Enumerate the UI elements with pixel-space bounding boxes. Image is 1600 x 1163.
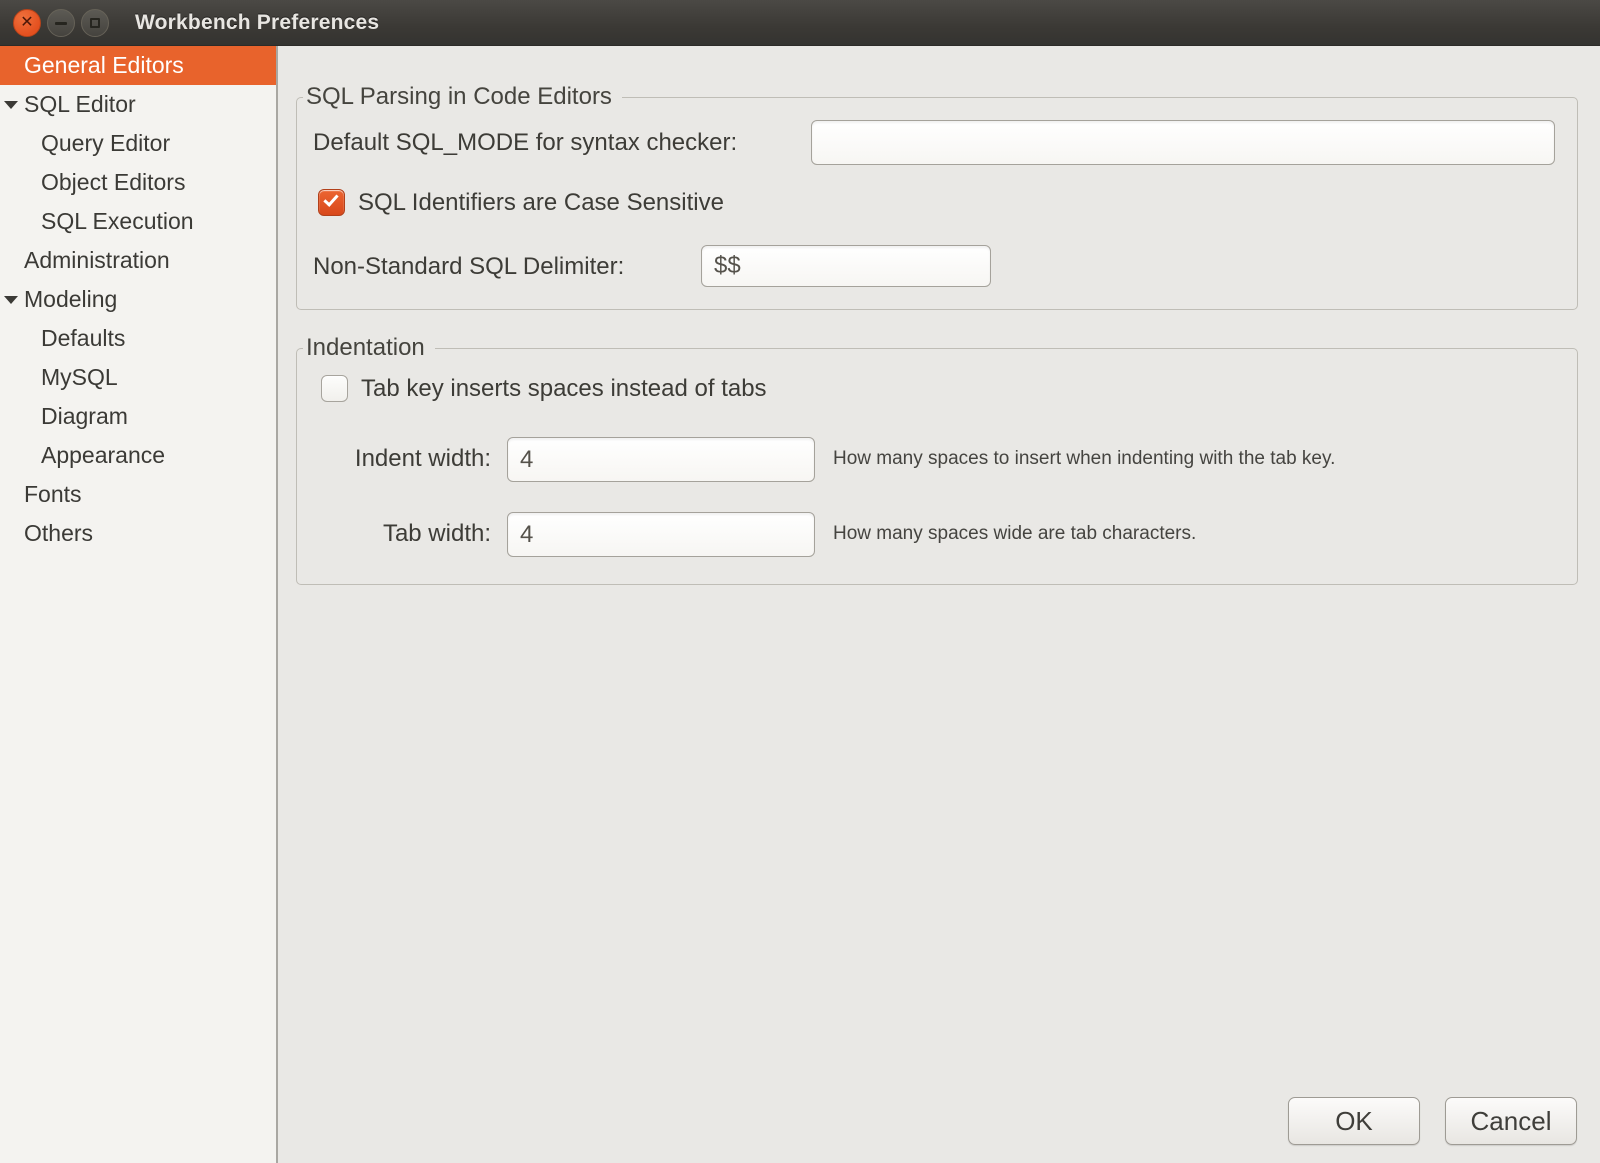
sidebar-item-label: Query Editor (41, 130, 170, 157)
sidebar-item-label: Defaults (41, 325, 125, 352)
sidebar-item-others[interactable]: Others (0, 514, 276, 553)
delimiter-label: Non-Standard SQL Delimiter: (313, 253, 624, 281)
delimiter-input[interactable] (701, 245, 991, 287)
indent-width-label: Indent width: (313, 445, 491, 473)
sidebar-item-label: General Editors (24, 52, 184, 79)
tab-width-label: Tab width: (313, 520, 491, 548)
sidebar-item-modeling[interactable]: Modeling (0, 280, 276, 319)
sidebar-item-administration[interactable]: Administration (0, 241, 276, 280)
sidebar-item-query-editor[interactable]: Query Editor (0, 124, 276, 163)
sidebar-item-label: Diagram (41, 403, 128, 430)
expander-triangle-icon[interactable] (4, 296, 18, 304)
sidebar-item-general-editors[interactable]: General Editors (0, 46, 276, 85)
sidebar-item-diagram[interactable]: Diagram (0, 397, 276, 436)
sidebar-item-mysql[interactable]: MySQL (0, 358, 276, 397)
sidebar-item-sql-execution[interactable]: SQL Execution (0, 202, 276, 241)
sidebar-item-object-editors[interactable]: Object Editors (0, 163, 276, 202)
minimize-button[interactable] (47, 9, 75, 37)
tab-width-help: How many spaces wide are tab characters. (833, 523, 1196, 545)
maximize-icon (90, 18, 100, 28)
sql-mode-label: Default SQL_MODE for syntax checker: (313, 129, 737, 157)
case-sensitive-checkbox[interactable] (318, 189, 345, 216)
indent-width-help: How many spaces to insert when indenting… (833, 448, 1335, 470)
ok-button[interactable]: OK (1288, 1097, 1420, 1145)
sidebar-item-label: Others (24, 520, 93, 547)
sidebar-item-label: SQL Execution (41, 208, 194, 235)
sidebar-item-label: SQL Editor (24, 91, 136, 118)
case-sensitive-label: SQL Identifiers are Case Sensitive (358, 189, 724, 217)
preferences-content: SQL Parsing in Code Editors Default SQL_… (278, 46, 1600, 1163)
sidebar-item-label: Modeling (24, 286, 117, 313)
tab-spaces-label: Tab key inserts spaces instead of tabs (361, 375, 767, 403)
tab-width-input[interactable] (507, 512, 815, 557)
sidebar-item-label: Object Editors (41, 169, 185, 196)
sidebar-item-label: Fonts (24, 481, 82, 508)
minimize-icon (55, 22, 67, 25)
sidebar-item-label: MySQL (41, 364, 118, 391)
expander-triangle-icon[interactable] (4, 101, 18, 109)
sidebar-item-appearance[interactable]: Appearance (0, 436, 276, 475)
sidebar-item-sql-editor[interactable]: SQL Editor (0, 85, 276, 124)
sidebar-item-label: Administration (24, 247, 170, 274)
preferences-window: ✕ Workbench Preferences General Editors … (0, 0, 1600, 1163)
sidebar-item-fonts[interactable]: Fonts (0, 475, 276, 514)
close-icon: ✕ (20, 15, 33, 31)
group-indentation: Indentation Tab key inserts spaces inste… (296, 348, 1578, 585)
sql-mode-input[interactable] (811, 120, 1555, 165)
checkmark-icon (323, 191, 338, 207)
sidebar-item-defaults[interactable]: Defaults (0, 319, 276, 358)
sidebar-item-label: Appearance (41, 442, 165, 469)
group-sql-parsing: SQL Parsing in Code Editors Default SQL_… (296, 97, 1578, 310)
group-indentation-title: Indentation (303, 334, 435, 362)
cancel-button[interactable]: Cancel (1445, 1097, 1577, 1145)
indent-width-input[interactable] (507, 437, 815, 482)
tab-spaces-checkbox[interactable] (321, 375, 348, 402)
title-bar[interactable]: ✕ Workbench Preferences (0, 0, 1600, 46)
preferences-sidebar: General Editors SQL Editor Query Editor … (0, 46, 276, 1163)
window-title: Workbench Preferences (135, 0, 379, 46)
close-button[interactable]: ✕ (13, 9, 41, 37)
maximize-button[interactable] (81, 9, 109, 37)
group-sql-parsing-title: SQL Parsing in Code Editors (303, 83, 622, 111)
